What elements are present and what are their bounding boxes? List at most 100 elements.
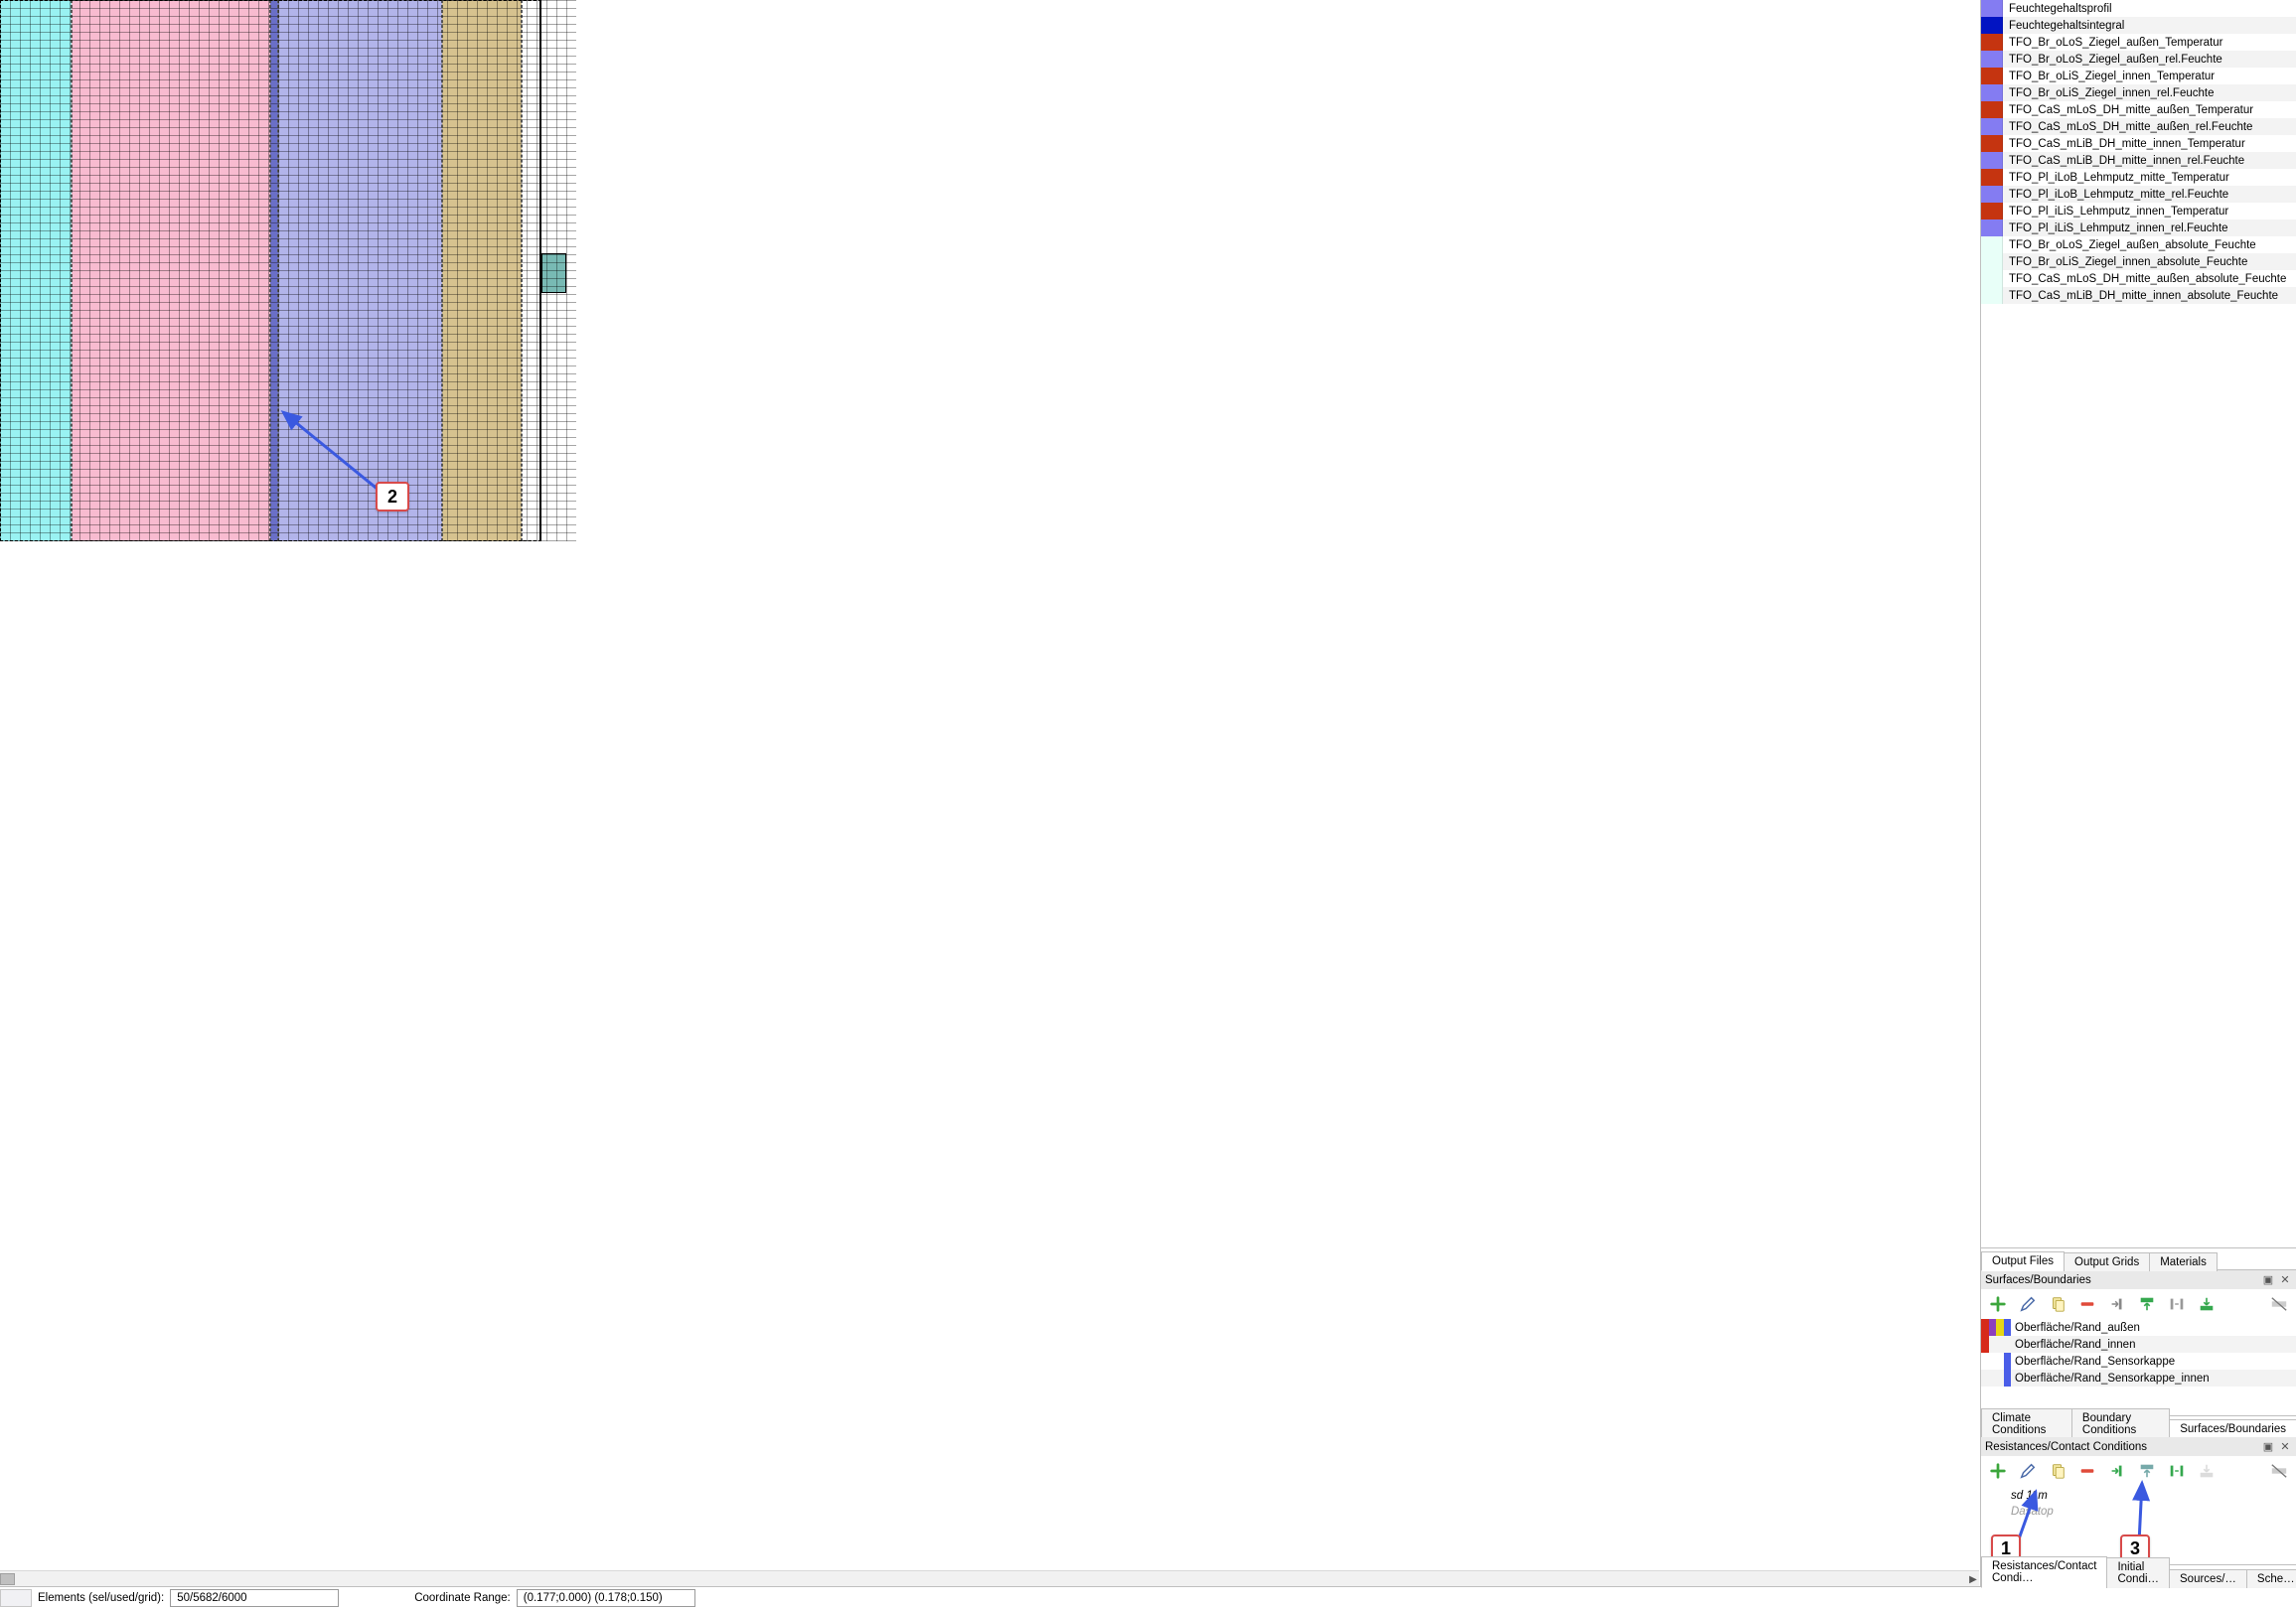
output-row[interactable]: TFO_CaS_mLiB_DH_mitte_innen_absolute_Feu… (1981, 287, 2296, 304)
output-row[interactable]: TFO_Br_oLoS_Ziegel_außen_absolute_Feucht… (1981, 236, 2296, 253)
output-row[interactable]: TFO_Br_oLiS_Ziegel_innen_rel.Feuchte (1981, 84, 2296, 101)
surfaces-list[interactable]: Oberfläche/Rand_außen Oberfläche/Rand_inn… (1981, 1319, 2296, 1415)
surfaces-header-title: Surfaces/Boundaries (1985, 1274, 2091, 1286)
side-panels: Feuchtegehaltsprofil Feuchtegehaltsintegr… (1980, 0, 2296, 1586)
resistances-close-icon[interactable]: ✕ (2278, 1440, 2292, 1454)
region-tan[interactable] (442, 0, 522, 541)
surface-row[interactable]: Oberfläche/Rand_außen (1981, 1319, 2296, 1336)
surface-swatches (1981, 1370, 2011, 1387)
output-label: TFO_Br_oLiS_Ziegel_innen_absolute_Feucht… (2009, 256, 2247, 268)
tab-output-files[interactable]: Output Files (1981, 1251, 2065, 1271)
output-row[interactable]: TFO_Pl_iLiS_Lehmputz_innen_Temperatur (1981, 203, 2296, 219)
output-swatch (1981, 101, 2003, 118)
region-white[interactable] (522, 0, 541, 541)
surfaces-assign-bottom-button[interactable] (2196, 1293, 2218, 1315)
output-row[interactable]: TFO_Pl_iLiS_Lehmputz_innen_rel.Feuchte (1981, 219, 2296, 236)
tab-sources[interactable]: Sources/… (2169, 1569, 2247, 1588)
output-swatch (1981, 135, 2003, 152)
output-row[interactable]: TFO_CaS_mLoS_DH_mitte_außen_absolute_Feu… (1981, 270, 2296, 287)
output-label: TFO_Pl_iLiS_Lehmputz_innen_rel.Feuchte (2009, 222, 2228, 234)
main-row: 2 ▶ Feuchtegehaltsprofil Feuchtegehaltsin… (0, 0, 2296, 1586)
output-label: TFO_CaS_mLiB_DH_mitte_innen_Temperatur (2009, 138, 2245, 150)
resistances-assign-leftright-button[interactable] (2166, 1460, 2188, 1482)
output-swatch (1981, 152, 2003, 169)
resistances-panel: Resistances/Contact Conditions ▣ ✕ (1981, 1437, 2296, 1586)
hscroll-right-arrow[interactable]: ▶ (1965, 1571, 1980, 1586)
output-row[interactable]: Feuchtegehaltsprofil (1981, 0, 2296, 17)
tab-climate-conditions[interactable]: Climate Conditions (1981, 1408, 2072, 1439)
region-pink[interactable] (72, 0, 270, 541)
surfaces-copy-button[interactable] (2047, 1293, 2068, 1315)
surfaces-close-icon[interactable]: ✕ (2278, 1273, 2292, 1287)
resistances-assign-bottom-button[interactable] (2196, 1460, 2218, 1482)
output-row[interactable]: TFO_Br_oLoS_Ziegel_außen_Temperatur (1981, 34, 2296, 51)
surface-row[interactable]: Oberfläche/Rand_Sensorkappe (1981, 1353, 2296, 1370)
surfaces-header: Surfaces/Boundaries ▣ ✕ (1981, 1270, 2296, 1289)
output-label: TFO_Br_oLiS_Ziegel_innen_Temperatur (2009, 71, 2215, 82)
resistances-assign-top-button[interactable] (2136, 1460, 2158, 1482)
output-row[interactable]: Feuchtegehaltsintegral (1981, 17, 2296, 34)
resistances-delete-button[interactable] (2076, 1460, 2098, 1482)
tab-schedules[interactable]: Sche… (2246, 1569, 2296, 1588)
output-row[interactable]: TFO_Pl_iLoB_Lehmputz_mitte_Temperatur (1981, 169, 2296, 186)
surfaces-assign-right-button[interactable] (2106, 1293, 2128, 1315)
tab-output-grids[interactable]: Output Grids (2064, 1252, 2150, 1271)
output-row[interactable]: TFO_CaS_mLiB_DH_mitte_innen_rel.Feuchte (1981, 152, 2296, 169)
tab-materials[interactable]: Materials (2149, 1252, 2218, 1271)
surface-row[interactable]: Oberfläche/Rand_innen (1981, 1336, 2296, 1353)
output-row[interactable]: TFO_Pl_iLoB_Lehmputz_mitte_rel.Feuchte (1981, 186, 2296, 203)
output-label: TFO_CaS_mLiB_DH_mitte_innen_absolute_Feu… (2009, 290, 2278, 302)
output-swatch (1981, 34, 2003, 51)
surfaces-assign-top-button[interactable] (2136, 1293, 2158, 1315)
model-canvas[interactable]: 2 (0, 0, 1979, 1586)
tab-surfaces-boundaries[interactable]: Surfaces/Boundaries (2169, 1419, 2296, 1439)
tab-initial-conditions[interactable]: Initial Condi… (2106, 1557, 2170, 1588)
surfaces-assign-leftright-button[interactable] (2166, 1293, 2188, 1315)
output-swatch (1981, 270, 2003, 287)
statusbar-elements-value: 50/5682/6000 (170, 1589, 339, 1607)
output-row[interactable]: TFO_CaS_mLoS_DH_mitte_außen_Temperatur (1981, 101, 2296, 118)
output-swatch (1981, 68, 2003, 84)
sensor-block[interactable] (541, 253, 566, 293)
output-swatch (1981, 236, 2003, 253)
surfaces-edit-button[interactable] (2017, 1293, 2039, 1315)
output-swatch (1981, 186, 2003, 203)
surfaces-add-button[interactable] (1987, 1293, 2009, 1315)
output-row[interactable]: TFO_Br_oLiS_Ziegel_innen_Temperatur (1981, 68, 2296, 84)
region-lavender[interactable] (278, 0, 442, 541)
hscroll-thumb[interactable] (0, 1573, 15, 1585)
statusbar-coord-label: Coordinate Range: (408, 1592, 517, 1604)
output-label: Feuchtegehaltsintegral (2009, 20, 2124, 32)
surfaces-tabs: Climate Conditions Boundary Conditions S… (1981, 1415, 2296, 1437)
output-row[interactable]: TFO_Br_oLiS_Ziegel_innen_absolute_Feucht… (1981, 253, 2296, 270)
resistance-row[interactable]: Dasatop (1981, 1504, 2296, 1520)
region-cyan[interactable] (0, 0, 72, 541)
region-darkblue[interactable] (270, 0, 278, 541)
model-canvas-wrap: 2 ▶ (0, 0, 1980, 1586)
outputs-list[interactable]: Feuchtegehaltsprofil Feuchtegehaltsintegr… (1981, 0, 2296, 1247)
surface-swatches (1981, 1353, 2011, 1370)
surfaces-highlight-button[interactable] (2268, 1293, 2290, 1315)
surfaces-delete-button[interactable] (2076, 1293, 2098, 1315)
output-row[interactable]: TFO_CaS_mLiB_DH_mitte_innen_Temperatur (1981, 135, 2296, 152)
surface-row[interactable]: Oberfläche/Rand_Sensorkappe_innen (1981, 1370, 2296, 1387)
canvas-hscrollbar[interactable]: ▶ (0, 1570, 1979, 1586)
surface-swatches (1981, 1319, 2011, 1336)
output-row[interactable]: TFO_Br_oLoS_Ziegel_außen_rel.Feuchte (1981, 51, 2296, 68)
resistances-assign-right-button[interactable] (2106, 1460, 2128, 1482)
surfaces-float-icon[interactable]: ▣ (2261, 1273, 2275, 1287)
resistances-float-icon[interactable]: ▣ (2261, 1440, 2275, 1454)
output-row[interactable]: TFO_CaS_mLoS_DH_mitte_außen_rel.Feuchte (1981, 118, 2296, 135)
outputs-tabs: Output Files Output Grids Materials (1981, 1247, 2296, 1269)
resistances-copy-button[interactable] (2047, 1460, 2068, 1482)
resistances-add-button[interactable] (1987, 1460, 2009, 1482)
surface-label: Oberfläche/Rand_innen (2015, 1339, 2135, 1351)
resistances-edit-button[interactable] (2017, 1460, 2039, 1482)
tab-boundary-conditions[interactable]: Boundary Conditions (2071, 1408, 2170, 1439)
output-label: TFO_Br_oLoS_Ziegel_außen_rel.Feuchte (2009, 54, 2222, 66)
resistance-row[interactable]: sd 11m (1981, 1488, 2296, 1504)
tab-resistances-contact[interactable]: Resistances/Contact Condi… (1981, 1556, 2107, 1588)
resistances-highlight-button[interactable] (2268, 1460, 2290, 1482)
resistances-header-title: Resistances/Contact Conditions (1985, 1441, 2147, 1453)
surface-label: Oberfläche/Rand_Sensorkappe_innen (2015, 1373, 2210, 1385)
